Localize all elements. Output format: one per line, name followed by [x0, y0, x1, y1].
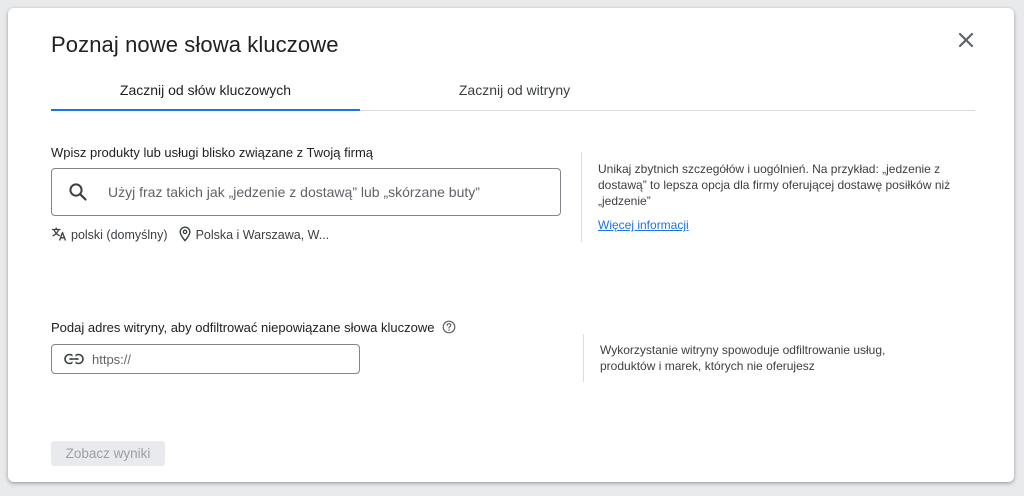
close-icon	[958, 32, 974, 53]
website-label-row: Podaj adres witryny, aby odfiltrować nie…	[51, 320, 456, 335]
website-url-box[interactable]	[51, 344, 360, 374]
keywords-divider	[581, 152, 582, 242]
website-label: Podaj adres witryny, aby odfiltrować nie…	[51, 320, 435, 335]
keywords-hint: Unikaj zbytnich szczegółów i uogólnień. …	[598, 162, 951, 208]
keywords-label: Wpisz produkty lub usługi blisko związan…	[51, 145, 374, 160]
link-icon	[64, 349, 84, 369]
location-pin-icon	[178, 225, 196, 245]
targeting-row: polski (domyślny) Polska i Warszawa, W..…	[51, 225, 330, 245]
more-info-link[interactable]: Więcej informacji	[598, 218, 689, 232]
website-hint: Wykorzystanie witryny spowoduje odfiltro…	[600, 343, 886, 373]
keywords-search-box[interactable]	[51, 168, 561, 216]
search-icon	[68, 182, 88, 202]
tab-start-with-website[interactable]: Zacznij od witryny	[360, 70, 669, 110]
keywords-search-input[interactable]	[106, 183, 560, 201]
keyword-ideas-dialog: Poznaj nowe słowa kluczowe Zacznij od sł…	[8, 8, 1014, 482]
language-value: polski (domyślny)	[71, 228, 168, 242]
help-icon[interactable]	[442, 320, 456, 334]
website-url-input[interactable]	[90, 350, 359, 368]
translate-icon	[51, 226, 71, 245]
location-selector[interactable]: Polska i Warszawa, W...	[178, 225, 330, 245]
website-divider	[583, 334, 584, 382]
close-button[interactable]	[954, 30, 978, 54]
language-selector[interactable]: polski (domyślny)	[51, 226, 168, 245]
tab-bar: Zacznij od słów kluczowych Zacznij od wi…	[51, 70, 975, 111]
tab-start-with-keywords[interactable]: Zacznij od słów kluczowych	[51, 70, 360, 111]
see-results-button[interactable]: Zobacz wyniki	[51, 441, 165, 466]
dialog-title: Poznaj nowe słowa kluczowe	[51, 32, 339, 57]
location-value: Polska i Warszawa, W...	[195, 228, 330, 242]
